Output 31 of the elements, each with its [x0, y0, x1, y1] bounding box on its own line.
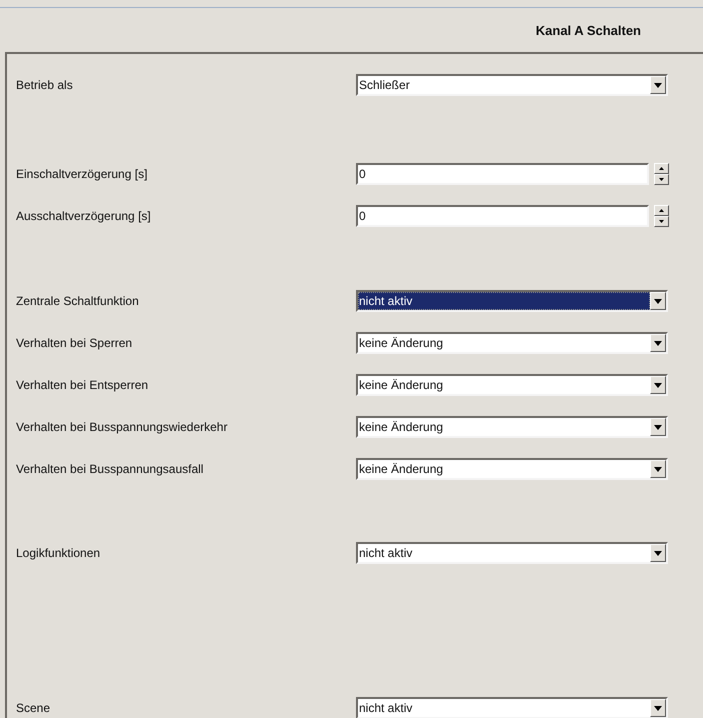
spinner-buttons[interactable] — [654, 205, 669, 227]
field-label: Ausschaltverzögerung [s] — [15, 209, 152, 223]
field-label: Logikfunktionen — [15, 546, 102, 560]
dropdown[interactable]: nicht aktiv — [356, 290, 668, 312]
dropdown-value: keine Änderung — [358, 335, 444, 352]
dropdown[interactable]: Schließer — [356, 74, 668, 96]
dropdown-value: Schließer — [358, 77, 411, 94]
dropdown[interactable]: keine Änderung — [356, 332, 668, 354]
dropdown-value: keine Änderung — [358, 377, 444, 394]
dropdown-value: keine Änderung — [358, 461, 444, 478]
dropdown[interactable]: keine Änderung — [356, 416, 668, 438]
dropdown[interactable]: nicht aktiv — [356, 542, 668, 564]
dropdown-value: nicht aktiv — [358, 292, 650, 310]
spinner-buttons[interactable] — [654, 163, 669, 185]
field-label: Scene — [15, 701, 52, 715]
dropdown-value: nicht aktiv — [358, 700, 414, 717]
field-label: Zentrale Schaltfunktion — [15, 294, 140, 308]
field-label: Verhalten bei Busspannungsausfall — [15, 462, 204, 476]
field-label: Verhalten bei Busspannungswiederkehr — [15, 420, 228, 434]
field-label: Verhalten bei Entsperren — [15, 378, 150, 392]
number-field[interactable]: 0 — [356, 205, 649, 227]
number-field[interactable]: 0 — [356, 163, 649, 185]
dropdown[interactable]: keine Änderung — [356, 374, 668, 396]
dropdown[interactable]: nicht aktiv — [356, 697, 668, 718]
dropdown-value: keine Änderung — [358, 419, 444, 436]
field-label: Betrieb als — [15, 78, 74, 92]
dropdown[interactable]: keine Änderung — [356, 458, 668, 480]
field-label: Verhalten bei Sperren — [15, 336, 134, 350]
page-title: Kanal A Schalten — [536, 22, 641, 38]
field-label: Einschaltverzögerung [s] — [15, 167, 148, 181]
dropdown-value: nicht aktiv — [358, 545, 414, 562]
